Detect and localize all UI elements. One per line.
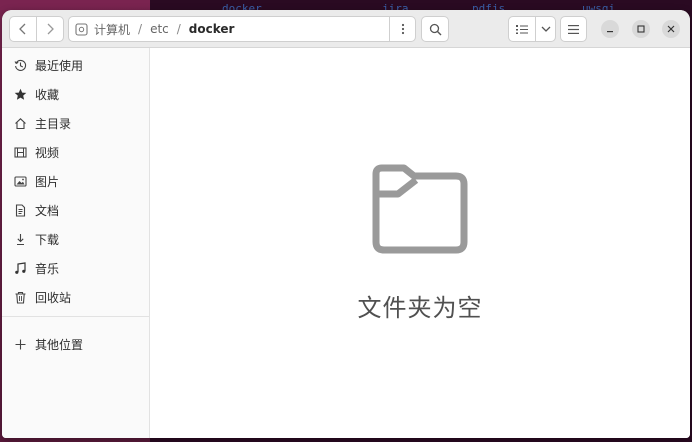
document-icon — [15, 203, 26, 217]
path-separator: / — [176, 22, 181, 36]
minimize-icon — [607, 31, 613, 33]
sidebar-item-trash[interactable]: 回收站 — [2, 284, 150, 310]
sidebar-divider — [2, 316, 150, 317]
image-icon — [14, 175, 27, 187]
view-options — [508, 16, 556, 42]
path-current-folder[interactable]: docker — [189, 22, 235, 36]
location-pathbar[interactable]: 计算机 / etc / docker — [68, 16, 390, 42]
search-icon — [429, 23, 441, 35]
back-button[interactable] — [10, 17, 37, 41]
path-menu-button[interactable] — [389, 16, 416, 42]
sidebar-item-label: 其他位置 — [35, 337, 84, 352]
vertical-dots-icon — [401, 23, 404, 35]
disk-icon — [75, 22, 88, 36]
navigation-buttons — [9, 16, 64, 42]
sidebar-item-home[interactable]: 主目录 — [2, 110, 150, 136]
sidebar-item-label: 文档 — [35, 203, 60, 218]
clock-icon — [14, 59, 27, 71]
folder-icon — [372, 164, 468, 254]
music-icon — [15, 261, 26, 274]
path-segment-etc[interactable]: etc — [150, 22, 169, 36]
trash-icon — [15, 291, 26, 304]
sidebar-item-recent[interactable]: 最近使用 — [2, 52, 150, 78]
path-root[interactable]: 计算机 — [94, 21, 130, 38]
list-view-icon — [516, 24, 528, 34]
list-view-button[interactable] — [509, 17, 536, 41]
hamburger-menu-icon — [568, 24, 579, 34]
view-dropdown-button[interactable] — [536, 17, 555, 41]
forward-button[interactable] — [37, 17, 63, 41]
sidebar-item-label: 图片 — [35, 174, 60, 189]
sidebar-item-label: 主目录 — [35, 116, 72, 131]
minimize-button[interactable] — [601, 20, 619, 38]
sidebar-item-other-locations[interactable]: 其他位置 — [2, 331, 150, 357]
chevron-down-icon — [541, 26, 550, 32]
chevron-right-icon — [47, 23, 54, 35]
sidebar-item-documents[interactable]: 文档 — [2, 197, 150, 223]
close-icon — [667, 25, 675, 33]
sidebar-item-label: 回收站 — [35, 290, 72, 305]
headerbar: 计算机 / etc / docker — [2, 10, 690, 48]
sidebar-item-label: 音乐 — [35, 261, 60, 276]
sidebar-item-pictures[interactable]: 图片 — [2, 168, 150, 194]
sidebar-item-label: 收藏 — [35, 87, 60, 102]
file-view[interactable]: 文件夹为空 — [150, 48, 690, 438]
sidebar-item-videos[interactable]: 视频 — [2, 139, 150, 165]
empty-folder-message: 文件夹为空 — [357, 294, 483, 322]
search-button[interactable] — [421, 16, 449, 42]
sidebar-item-label: 下载 — [35, 232, 60, 247]
home-icon — [15, 117, 26, 129]
maximize-button[interactable] — [632, 20, 650, 38]
maximize-icon — [637, 25, 645, 33]
file-manager-window: 计算机 / etc / docker 最近使用 收藏 主目录 视频 图片 文档 … — [2, 10, 690, 438]
sidebar: 最近使用 收藏 主目录 视频 图片 文档 下载 音乐 回收站 其他位置 — [2, 48, 150, 438]
chevron-left-icon — [19, 23, 26, 35]
plus-icon — [15, 339, 26, 349]
download-icon — [17, 233, 24, 245]
sidebar-item-downloads[interactable]: 下载 — [2, 226, 150, 252]
path-separator: / — [138, 22, 143, 36]
close-button[interactable] — [662, 20, 680, 38]
sidebar-item-starred[interactable]: 收藏 — [2, 81, 150, 107]
main-menu-button[interactable] — [560, 16, 587, 42]
film-icon — [14, 146, 27, 158]
sidebar-item-music[interactable]: 音乐 — [2, 255, 150, 281]
sidebar-item-label: 视频 — [35, 145, 60, 160]
star-icon — [14, 88, 27, 100]
sidebar-item-label: 最近使用 — [35, 58, 84, 73]
